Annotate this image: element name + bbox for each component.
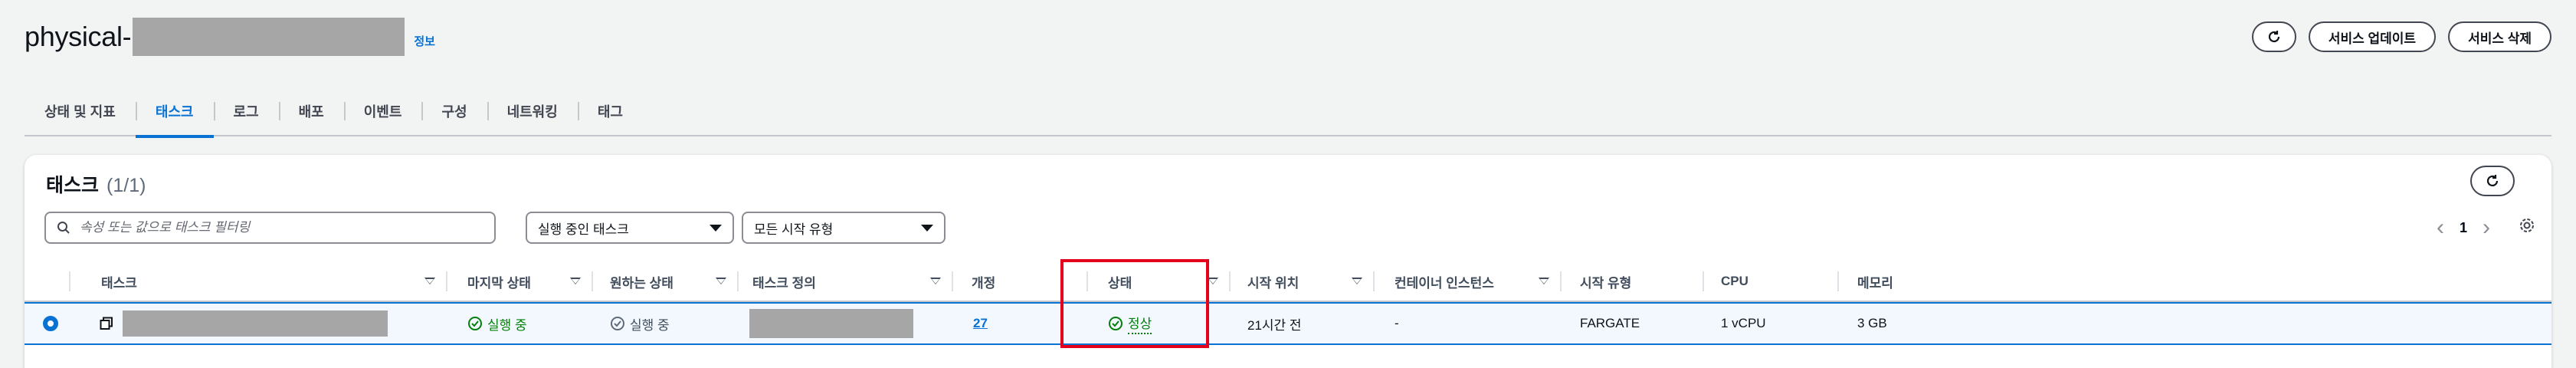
column-label: 마지막 상태 xyxy=(467,275,531,291)
gear-icon xyxy=(2520,219,2534,232)
tab-tags[interactable]: 태그 xyxy=(577,86,643,136)
pagination: ‹ 1 › xyxy=(2437,216,2490,239)
column-desired-status[interactable]: 원하는 상태 xyxy=(593,261,739,302)
panel-title: 태스크 xyxy=(46,175,100,196)
chevron-down-icon xyxy=(710,224,722,232)
delete-service-button[interactable]: 서비스 삭제 xyxy=(2448,21,2551,52)
revision-cell: 27 xyxy=(973,304,988,343)
started-at-cell: 21시간 전 xyxy=(1247,317,1302,333)
page-header: physical- 정보 xyxy=(25,17,435,57)
header-actions: 서비스 업데이트 서비스 삭제 xyxy=(2251,21,2551,52)
table-header: 태스크 마지막 상태 원하는 상태 태스크 정의 개정 상태 시작 위치 컨테이… xyxy=(25,261,2551,302)
check-circle-icon xyxy=(611,317,624,330)
column-label: 시작 위치 xyxy=(1247,275,1299,291)
task-id-cell xyxy=(100,304,388,343)
launch-type-cell: FARGATE xyxy=(1580,316,1640,330)
tab-configuration[interactable]: 구성 xyxy=(421,86,487,136)
tasks-refresh-button[interactable] xyxy=(2470,166,2515,196)
chevron-down-icon xyxy=(921,224,933,232)
update-service-button[interactable]: 서비스 업데이트 xyxy=(2308,21,2437,52)
column-started-at[interactable]: 시작 위치 xyxy=(1231,261,1375,302)
memory-cell: 3 GB xyxy=(1857,316,1887,330)
column-task-definition[interactable]: 태스크 정의 xyxy=(739,261,953,302)
column-cpu[interactable]: CPU xyxy=(1704,261,1839,302)
tab-networking[interactable]: 네트워킹 xyxy=(487,86,578,136)
task-count: (1/1) xyxy=(107,175,146,196)
current-page[interactable]: 1 xyxy=(2460,220,2467,236)
info-link[interactable]: 정보 xyxy=(414,33,435,49)
panel-header: 태스크 (1/1) xyxy=(46,170,146,198)
launch-type-value: 모든 시작 유형 xyxy=(754,222,834,237)
column-label: CPU xyxy=(1721,274,1748,288)
check-circle-icon xyxy=(468,317,482,330)
column-last-status[interactable]: 마지막 상태 xyxy=(447,261,593,302)
copy-icon[interactable] xyxy=(100,317,113,330)
tab-events[interactable]: 이벤트 xyxy=(343,86,422,136)
sort-icon xyxy=(1208,278,1218,284)
sort-icon xyxy=(1539,278,1549,284)
sort-icon xyxy=(570,278,581,284)
column-label: 태스크 정의 xyxy=(752,275,816,291)
tab-deployments[interactable]: 배포 xyxy=(278,86,344,136)
chevron-right-icon[interactable]: › xyxy=(2483,216,2490,239)
chevron-left-icon[interactable]: ‹ xyxy=(2437,216,2444,239)
refresh-icon xyxy=(2268,31,2279,43)
container-instance-cell: - xyxy=(1395,316,1399,330)
sort-icon xyxy=(930,278,941,284)
task-status-value: 실행 중인 태스크 xyxy=(538,222,629,237)
task-definition-cell xyxy=(749,304,913,343)
tasks-panel: 태스크 (1/1) 실행 중인 태스크 모든 시작 유형 ‹ 1 › 태스크 마… xyxy=(25,155,2551,368)
column-label: 원하는 상태 xyxy=(610,275,673,291)
search-icon xyxy=(57,222,70,234)
service-tabs: 상태 및 지표 태스크 로그 배포 이벤트 구성 네트워킹 태그 xyxy=(25,86,2551,138)
column-label: 시작 유형 xyxy=(1580,275,1632,291)
sort-icon xyxy=(716,278,726,284)
column-label: 개정 xyxy=(972,275,996,291)
column-container-instance[interactable]: 컨테이너 인스턴스 xyxy=(1375,261,1562,302)
row-select-radio[interactable] xyxy=(43,304,58,343)
column-label: 컨테이너 인스턴스 xyxy=(1395,275,1494,291)
preferences-button[interactable] xyxy=(2518,216,2536,238)
sort-icon xyxy=(1352,278,1362,284)
launch-type-select[interactable]: 모든 시작 유형 xyxy=(742,212,946,244)
redacted-task-id[interactable] xyxy=(123,310,388,337)
revision-link[interactable]: 27 xyxy=(973,316,988,331)
tab-logs[interactable]: 로그 xyxy=(213,86,279,136)
desired-status-cell: 실행 중 xyxy=(610,304,670,343)
redacted-title-block xyxy=(133,18,405,56)
task-filter-field[interactable] xyxy=(44,212,496,244)
task-status-select[interactable]: 실행 중인 태스크 xyxy=(526,212,734,244)
column-memory[interactable]: 메모리 xyxy=(1839,261,1992,302)
last-status-text: 실행 중 xyxy=(487,317,527,333)
sort-icon xyxy=(424,278,435,284)
last-status-cell: 실행 중 xyxy=(467,304,527,343)
table-row[interactable]: 실행 중 실행 중 27 정상 21시간 전 - FARGATE 1 vCPU … xyxy=(25,302,2551,345)
health-status-highlight-box xyxy=(1060,259,1209,348)
desired-status-text: 실행 중 xyxy=(630,317,670,333)
refresh-button[interactable] xyxy=(2251,21,2296,52)
tab-health-metrics[interactable]: 상태 및 지표 xyxy=(25,86,136,136)
redacted-task-definition[interactable] xyxy=(749,309,913,338)
tab-tasks[interactable]: 태스크 xyxy=(135,86,214,138)
refresh-icon xyxy=(2486,175,2499,187)
column-task[interactable]: 태스크 xyxy=(72,261,447,302)
column-launch-type[interactable]: 시작 유형 xyxy=(1562,261,1704,302)
column-label: 태스크 xyxy=(101,275,137,291)
column-label: 메모리 xyxy=(1857,275,1893,291)
cpu-cell: 1 vCPU xyxy=(1721,316,1766,330)
page-title: physical- xyxy=(25,21,132,52)
radio-selected-icon xyxy=(43,316,58,331)
task-filter-input[interactable] xyxy=(80,220,478,235)
